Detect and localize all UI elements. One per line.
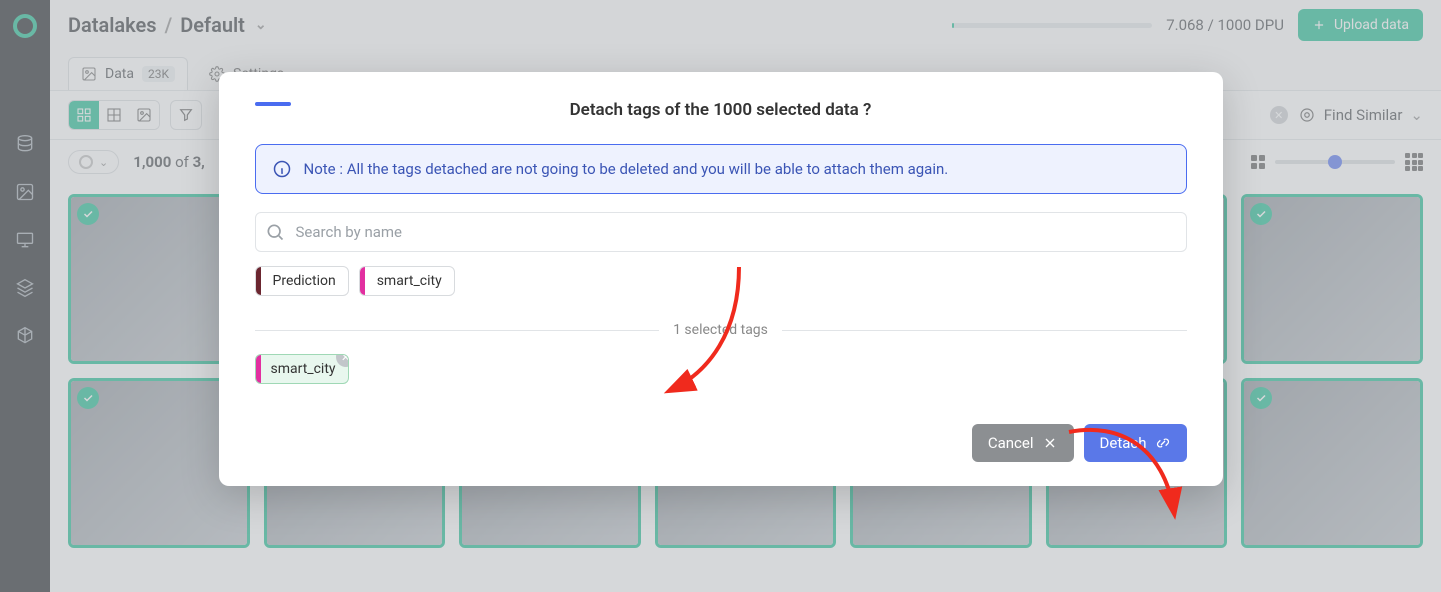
cancel-button[interactable]: Cancel bbox=[972, 424, 1074, 462]
info-icon bbox=[272, 159, 292, 179]
selected-tag-smart-city[interactable]: smart_city ✕ bbox=[255, 354, 349, 384]
modal-actions: Cancel Detach bbox=[255, 424, 1187, 462]
detach-button[interactable]: Detach bbox=[1084, 424, 1187, 462]
tag-search-wrap bbox=[255, 212, 1187, 252]
tag-search-input[interactable] bbox=[255, 212, 1187, 252]
info-note: Note : All the tags detached are not goi… bbox=[255, 144, 1187, 194]
modal-accent bbox=[255, 102, 291, 106]
modal-title: Detach tags of the 1000 selected data ? bbox=[255, 100, 1187, 120]
detach-tags-modal: Detach tags of the 1000 selected data ? … bbox=[219, 72, 1223, 486]
tag-chip-prediction[interactable]: Prediction bbox=[255, 266, 349, 296]
selected-tags-divider: 1 selected tags bbox=[255, 322, 1187, 338]
available-tags-row: Prediction smart_city bbox=[255, 266, 1187, 296]
search-icon bbox=[265, 222, 285, 242]
close-icon bbox=[1042, 435, 1058, 451]
unlink-icon bbox=[1155, 435, 1171, 451]
modal-overlay[interactable]: Detach tags of the 1000 selected data ? … bbox=[0, 0, 1441, 592]
selected-tags-row: smart_city ✕ bbox=[255, 354, 1187, 384]
tag-chip-smart-city[interactable]: smart_city bbox=[359, 266, 455, 296]
